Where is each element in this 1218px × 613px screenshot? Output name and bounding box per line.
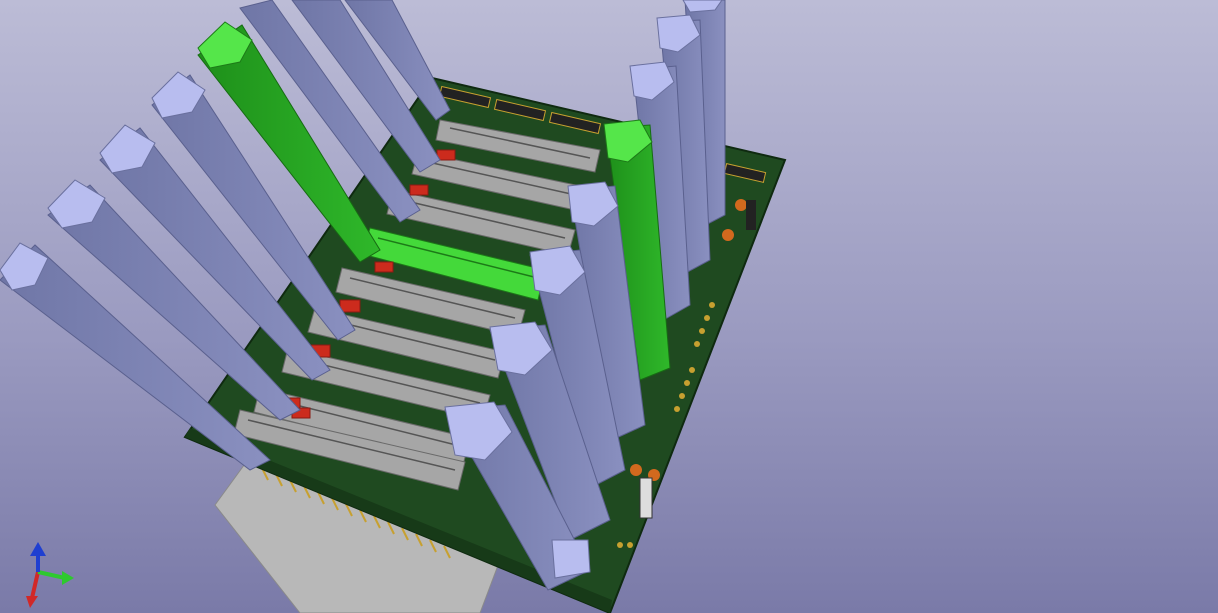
- axis-orientation-gizmo[interactable]: [10, 540, 80, 610]
- card-guide-r7-foot: [551, 539, 591, 579]
- pcb-3d-scene[interactable]: [0, 0, 1218, 613]
- 3d-viewport[interactable]: [0, 0, 1218, 613]
- z-axis-arrow: [26, 571, 40, 608]
- y-axis-arrow: [30, 542, 46, 572]
- x-axis-arrow: [37, 570, 74, 585]
